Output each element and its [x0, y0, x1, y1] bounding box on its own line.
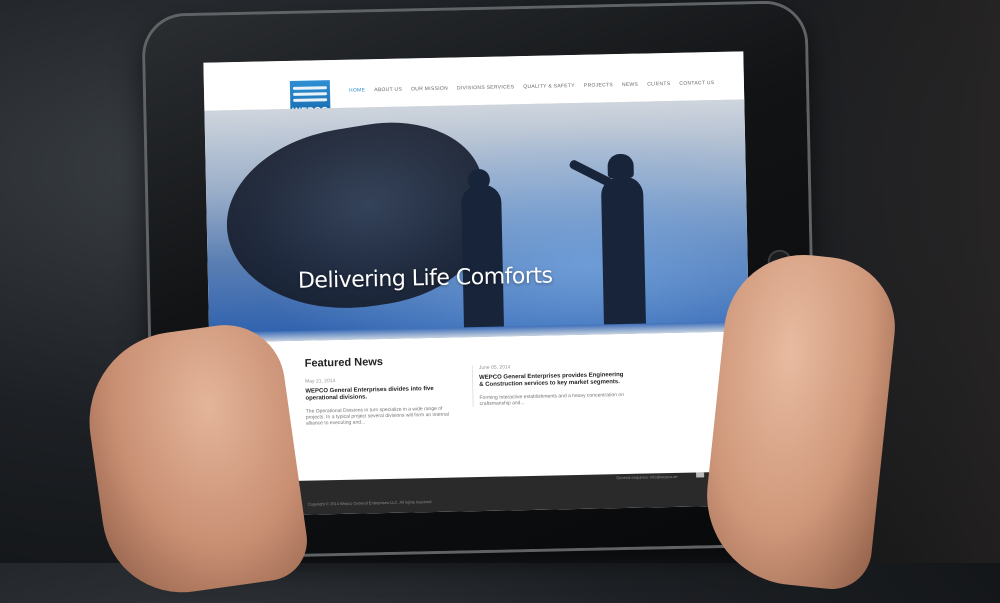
- news-excerpt: Forming Interactive establishments and a…: [479, 392, 625, 408]
- news-date: May 21, 2014: [305, 378, 336, 385]
- menu-item-contact-us[interactable]: CONTACT US: [679, 80, 714, 87]
- main-menu: HOME ABOUT US OUR MISSION DIVISIONS SERV…: [349, 80, 715, 94]
- worker-silhouette: [461, 184, 505, 336]
- hero-banner: Delivering Life Comforts: [204, 99, 750, 343]
- news-item[interactable]: May 21, 2014 WEPCO General Enterprises d…: [305, 376, 456, 427]
- menu-item-our-mission[interactable]: OUR MISSION: [411, 86, 448, 93]
- news-excerpt: The Operational Divisions in turn specia…: [305, 405, 450, 427]
- worker-silhouette: [600, 176, 647, 333]
- menu-item-quality-safety[interactable]: QUALITY & SAFETY: [523, 83, 575, 90]
- menu-item-about-us[interactable]: ABOUT US: [374, 87, 402, 94]
- menu-item-projects[interactable]: PROJECTS: [584, 82, 613, 89]
- news-title[interactable]: WEPCO General Enterprises provides Engin…: [479, 372, 629, 389]
- news-item[interactable]: June 05, 2014 WEPCO General Enterprises …: [471, 361, 630, 408]
- menu-item-home[interactable]: HOME: [349, 87, 365, 93]
- news-heading: Featured News: [304, 356, 384, 370]
- menu-item-clients[interactable]: CLIENTS: [647, 81, 670, 87]
- hardhat-silhouette: [607, 153, 634, 179]
- menu-item-divisions-services[interactable]: DIVISIONS SERVICES: [457, 84, 514, 91]
- logo-wave-icon: [293, 92, 328, 96]
- social-icon[interactable]: [696, 472, 705, 478]
- left-hand: [77, 317, 313, 603]
- logo-wave-icon: [292, 86, 327, 90]
- logo-wave-icon: [293, 98, 328, 102]
- hero-title: Delivering Life Comforts: [297, 263, 553, 294]
- news-date: June 05, 2014: [478, 364, 511, 372]
- menu-item-news[interactable]: NEWS: [622, 82, 638, 88]
- news-title[interactable]: WEPCO General Enterprises divides into f…: [305, 386, 455, 403]
